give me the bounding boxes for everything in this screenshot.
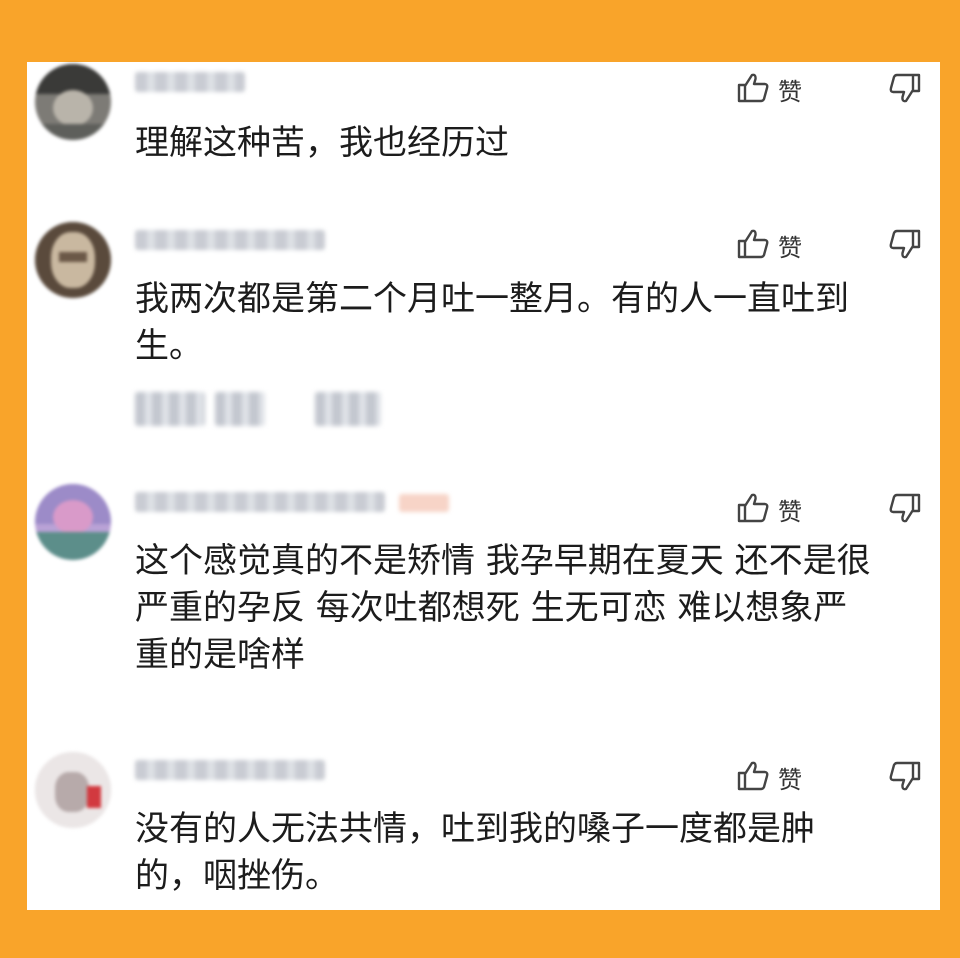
dislike-button[interactable] — [884, 488, 924, 524]
like-label: 赞 — [778, 78, 802, 106]
user-badge-blurred — [399, 494, 449, 512]
avatar[interactable] — [35, 752, 111, 828]
thumbs-down-icon — [889, 493, 921, 523]
like-button[interactable]: 赞 — [736, 68, 816, 106]
avatar[interactable] — [35, 484, 111, 560]
like-label: 赞 — [778, 766, 802, 794]
like-label: 赞 — [778, 234, 802, 262]
avatar[interactable] — [35, 64, 111, 140]
comment-actions: 赞 — [736, 66, 926, 106]
comment-actions: 赞 — [736, 222, 926, 262]
dislike-button[interactable] — [884, 224, 924, 260]
like-button[interactable]: 赞 — [736, 488, 816, 526]
comment-item: 赞 没有的人无法共情，吐到我的嗓子一度都是肿 的，咽挫伤。 — [27, 750, 940, 910]
comment-text: 没有的人无法共情，吐到我的嗓子一度都是肿 的，咽挫伤。 — [135, 809, 815, 896]
comment-actions: 赞 — [736, 486, 926, 526]
comment-item: 赞 理解这种苦，我也经历过 — [27, 62, 940, 202]
comment-meta-blurred — [135, 392, 395, 426]
username-blurred[interactable] — [135, 760, 325, 780]
like-button[interactable]: 赞 — [736, 224, 816, 262]
like-button[interactable]: 赞 — [736, 756, 816, 794]
thumbs-up-icon — [737, 73, 769, 103]
comment-text: 我两次都是第二个月吐一整月。有的人一直吐到 生。 — [135, 279, 849, 366]
comment-actions: 赞 — [736, 754, 926, 794]
dislike-button[interactable] — [884, 68, 924, 104]
comment-list: 赞 理解这种苦，我也经历过 赞 我两次都是第二个月吐一整月。有的人一直吐到 生。 — [27, 62, 940, 910]
thumbs-down-icon — [889, 761, 921, 791]
dislike-button[interactable] — [884, 756, 924, 792]
avatar[interactable] — [35, 222, 111, 298]
like-label: 赞 — [778, 498, 802, 526]
username-blurred[interactable] — [135, 72, 245, 92]
username-blurred[interactable] — [135, 230, 325, 250]
thumbs-down-icon — [889, 229, 921, 259]
thumbs-up-icon — [737, 229, 769, 259]
comment-text: 这个感觉真的不是矫情 我孕早期在夏天 还不是很 严重的孕反 每次吐都想死 生无可… — [135, 541, 871, 675]
thumbs-up-icon — [737, 493, 769, 523]
comment-item: 赞 我两次都是第二个月吐一整月。有的人一直吐到 生。 — [27, 220, 940, 440]
username-blurred[interactable] — [135, 492, 385, 512]
comment-text: 理解这种苦，我也经历过 — [135, 123, 509, 163]
thumbs-up-icon — [737, 761, 769, 791]
comment-item: 赞 这个感觉真的不是矫情 我孕早期在夏天 还不是很 严重的孕反 每次吐都想死 生… — [27, 482, 940, 712]
thumbs-down-icon — [889, 73, 921, 103]
